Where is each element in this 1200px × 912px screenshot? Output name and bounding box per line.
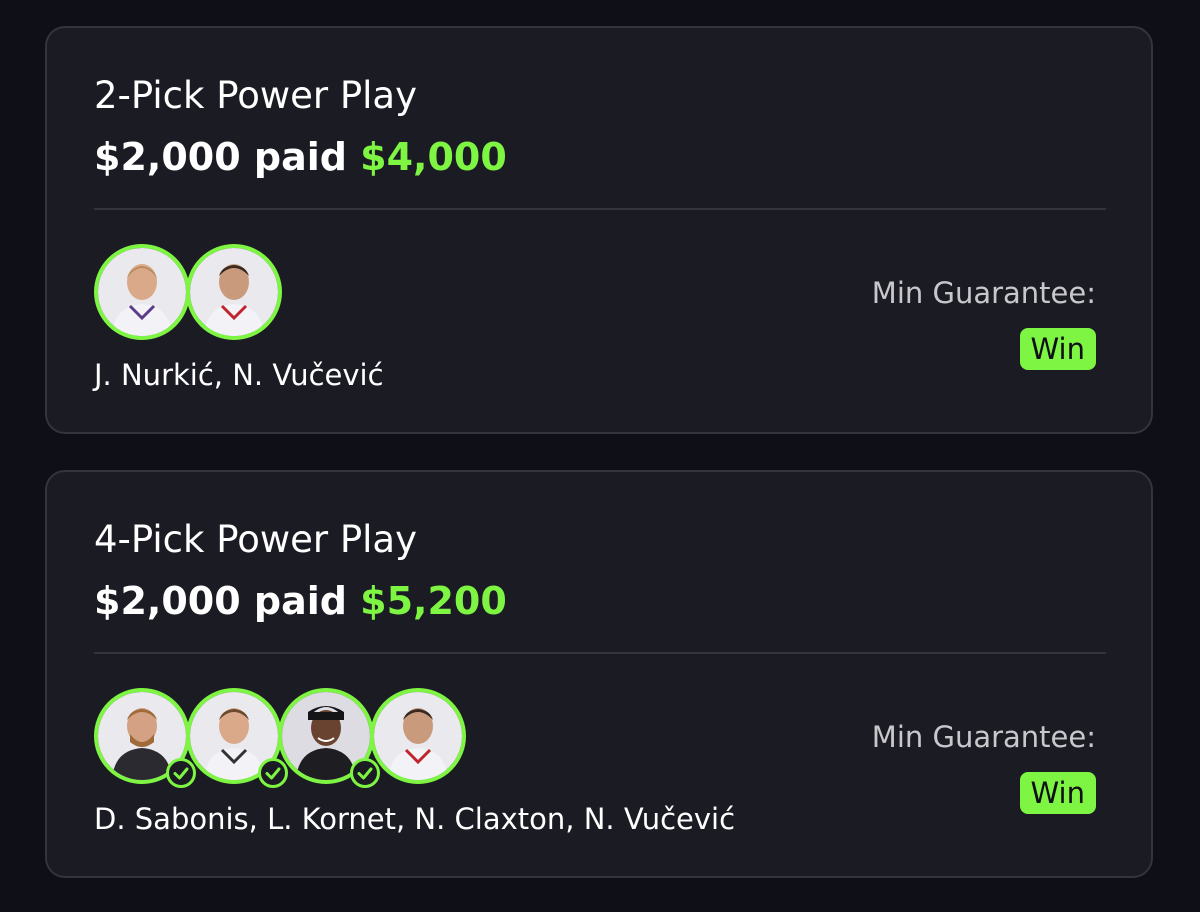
player-headshot-icon (374, 692, 462, 780)
entry-amount: $2,000 paid $5,200 (94, 579, 507, 623)
player-avatar (186, 688, 288, 788)
check-icon (350, 758, 380, 788)
players-list: D. Sabonis, L. Kornet, N. Claxton, N. Vu… (94, 802, 736, 836)
payout-amount: $5,200 (360, 579, 507, 623)
paid-amount: $2,000 paid (94, 579, 347, 623)
divider (94, 208, 1106, 210)
players-list: J. Nurkić, N. Vučević (94, 358, 384, 392)
check-icon (258, 758, 288, 788)
player-avatar (278, 688, 380, 788)
player-headshot-icon (190, 248, 278, 336)
entry-amount: $2,000 paid $4,000 (94, 135, 507, 179)
entry-title: 4-Pick Power Play (94, 518, 417, 561)
min-guarantee-label: Min Guarantee: (871, 276, 1096, 310)
min-guarantee-label: Min Guarantee: (871, 720, 1096, 754)
entry-title: 2-Pick Power Play (94, 74, 417, 117)
player-avatar (94, 244, 190, 340)
payout-amount: $4,000 (360, 135, 507, 179)
player-headshot-icon (98, 248, 186, 336)
min-guarantee-badge: Win (1019, 328, 1096, 370)
entry-card-4-pick[interactable]: 4-Pick Power Play $2,000 paid $5,200 D. … (45, 470, 1153, 878)
paid-amount: $2,000 paid (94, 135, 347, 179)
entry-card-2-pick[interactable]: 2-Pick Power Play $2,000 paid $4,000 J. … (45, 26, 1153, 434)
player-avatar (370, 688, 466, 784)
check-icon (166, 758, 196, 788)
player-avatar (94, 688, 196, 788)
player-avatar (186, 244, 282, 340)
divider (94, 652, 1106, 654)
min-guarantee-badge: Win (1019, 772, 1096, 814)
